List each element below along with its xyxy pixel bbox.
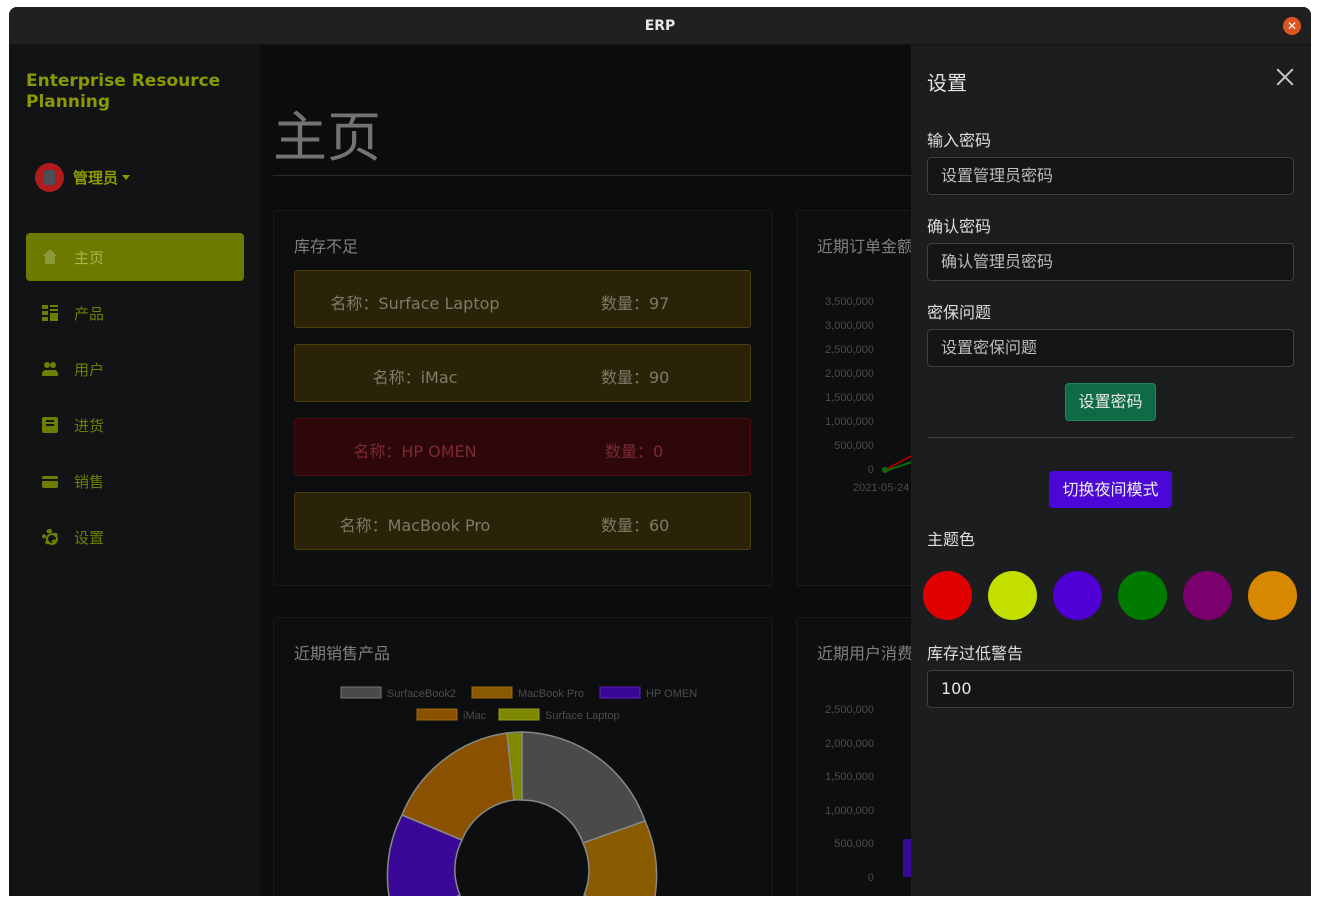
sidebar-item-label: 设置 — [74, 528, 105, 547]
panel-title: 近期用户消费 — [817, 644, 914, 663]
security-question-label: 密保问题 — [927, 303, 992, 322]
legend-swatch — [340, 686, 382, 699]
users-icon — [42, 361, 58, 377]
card-icon — [42, 476, 58, 488]
sidebar-item-label: 用户 — [74, 360, 105, 379]
stock-name: 名称：iMac — [372, 368, 458, 387]
sidebar: Enterprise Resource Planning 管理员 主页 产品 用… — [9, 45, 260, 896]
y-tick-label: 1,500,000 — [825, 771, 874, 783]
grid-icon — [42, 305, 58, 321]
sidebar-item-label: 销售 — [74, 472, 105, 491]
settings-title: 设置 — [927, 71, 967, 95]
stock-name: 名称：HP OMEN — [353, 442, 477, 461]
sidebar-item-settings[interactable]: 设置 — [26, 513, 244, 561]
set-password-button[interactable]: 设置密码 — [1065, 383, 1156, 421]
sidebar-item-label: 进货 — [74, 416, 105, 435]
sidebar-item-purchase[interactable]: 进货 — [26, 401, 244, 449]
night-mode-button[interactable]: 切换夜间模式 — [1049, 471, 1172, 508]
stock-name: 名称：Surface Laptop — [330, 294, 500, 313]
app-window: ERP ✕ Enterprise Resource Planning 管理员 主… — [9, 7, 1311, 896]
close-icon[interactable] — [1273, 65, 1297, 89]
y-tick-label: 2,500,000 — [825, 704, 874, 716]
legend-label: SurfaceBook2 — [387, 688, 456, 700]
settings-drawer: 设置 输入密码 设置管理员密码 确认密码 确认管理员密码 密保问题 设置密保问题… — [911, 45, 1311, 896]
sidebar-item-label: 主页 — [74, 248, 105, 267]
window-close-button[interactable]: ✕ — [1283, 17, 1301, 35]
sidebar-nav: 主页 产品 用户 进货 销售 设置 — [26, 233, 244, 569]
sidebar-item-label: 产品 — [74, 304, 105, 323]
brand-title: Enterprise Resource Planning — [26, 71, 221, 112]
legend-swatch — [416, 708, 458, 721]
user-menu[interactable]: 管理员 — [35, 163, 131, 192]
scroll-icon — [42, 417, 58, 433]
page-title: 主页 — [273, 106, 381, 169]
theme-swatch-lime[interactable] — [988, 571, 1037, 620]
security-question-field[interactable]: 设置密保问题 — [927, 329, 1294, 367]
password-label: 输入密码 — [927, 131, 992, 150]
user-name: 管理员 — [73, 169, 119, 187]
theme-swatch-red[interactable] — [923, 571, 972, 620]
stock-item[interactable]: 名称：HP OMEN 数量：0 — [294, 418, 751, 476]
donut-slice-surfacebook2 — [521, 731, 646, 844]
stock-qty: 数量：97 — [601, 294, 670, 313]
stock-item[interactable]: 名称：Surface Laptop 数量：97 — [294, 270, 751, 328]
main-content: 主页 库存不足 名称：Surface Laptop 数量：97 名称：iMac … — [260, 45, 996, 896]
legend-label: HP OMEN — [646, 688, 697, 700]
legend-swatch — [498, 708, 540, 721]
sidebar-item-users[interactable]: 用户 — [26, 345, 244, 393]
stock-qty: 数量：60 — [601, 516, 670, 535]
gear-icon — [42, 529, 58, 545]
data-point — [882, 467, 888, 473]
stock-item[interactable]: 名称：MacBook Pro 数量：60 — [294, 492, 751, 550]
title-bar: ERP ✕ — [9, 7, 1311, 45]
legend-label: MacBook Pro — [518, 688, 584, 700]
stock-qty: 数量：0 — [605, 442, 664, 461]
panel-title: 库存不足 — [294, 237, 359, 256]
theme-swatch-magenta[interactable] — [1183, 571, 1232, 620]
y-tick-label: 2,000,000 — [825, 738, 874, 750]
legend-swatch — [599, 686, 641, 699]
legend-label: Surface Laptop — [545, 710, 620, 722]
y-tick-label: 1,000,000 — [825, 805, 874, 817]
confirm-password-label: 确认密码 — [927, 217, 992, 236]
stock-name: 名称：MacBook Pro — [339, 516, 491, 535]
y-tick-label: 500,000 — [834, 838, 874, 850]
low-stock-warning-label: 库存过低警告 — [927, 644, 1024, 663]
stock-qty: 数量：90 — [601, 368, 670, 387]
low-stock-threshold-field[interactable]: 100 — [927, 670, 1294, 708]
sidebar-item-products[interactable]: 产品 — [26, 289, 244, 337]
recent-sales-panel: 近期销售产品 SurfaceBook2 MacBook Pro HP OMEN … — [273, 617, 773, 896]
home-icon — [42, 249, 58, 265]
confirm-password-field[interactable]: 确认管理员密码 — [927, 243, 1294, 281]
password-field[interactable]: 设置管理员密码 — [927, 157, 1294, 195]
theme-swatch-green[interactable] — [1118, 571, 1167, 620]
low-stock-panel: 库存不足 名称：Surface Laptop 数量：97 名称：iMac 数量：… — [273, 210, 773, 586]
sidebar-item-home[interactable]: 主页 — [26, 233, 244, 281]
legend-swatch — [471, 686, 513, 699]
avatar — [35, 163, 64, 192]
theme-swatch-purple[interactable] — [1053, 571, 1102, 620]
caret-down-icon — [122, 175, 131, 180]
theme-swatch-orange[interactable] — [1248, 571, 1297, 620]
divider — [927, 437, 1294, 438]
theme-color-label: 主题色 — [927, 530, 976, 549]
y-tick-label: 0 — [867, 872, 874, 884]
legend-label: iMac — [463, 710, 487, 722]
sidebar-item-sales[interactable]: 销售 — [26, 457, 244, 505]
divider — [273, 175, 973, 176]
sales-donut-chart: SurfaceBook2 MacBook Pro HP OMEN iMac Su… — [340, 686, 697, 896]
stock-item[interactable]: 名称：iMac 数量：90 — [294, 344, 751, 402]
window-title: ERP — [644, 18, 676, 34]
